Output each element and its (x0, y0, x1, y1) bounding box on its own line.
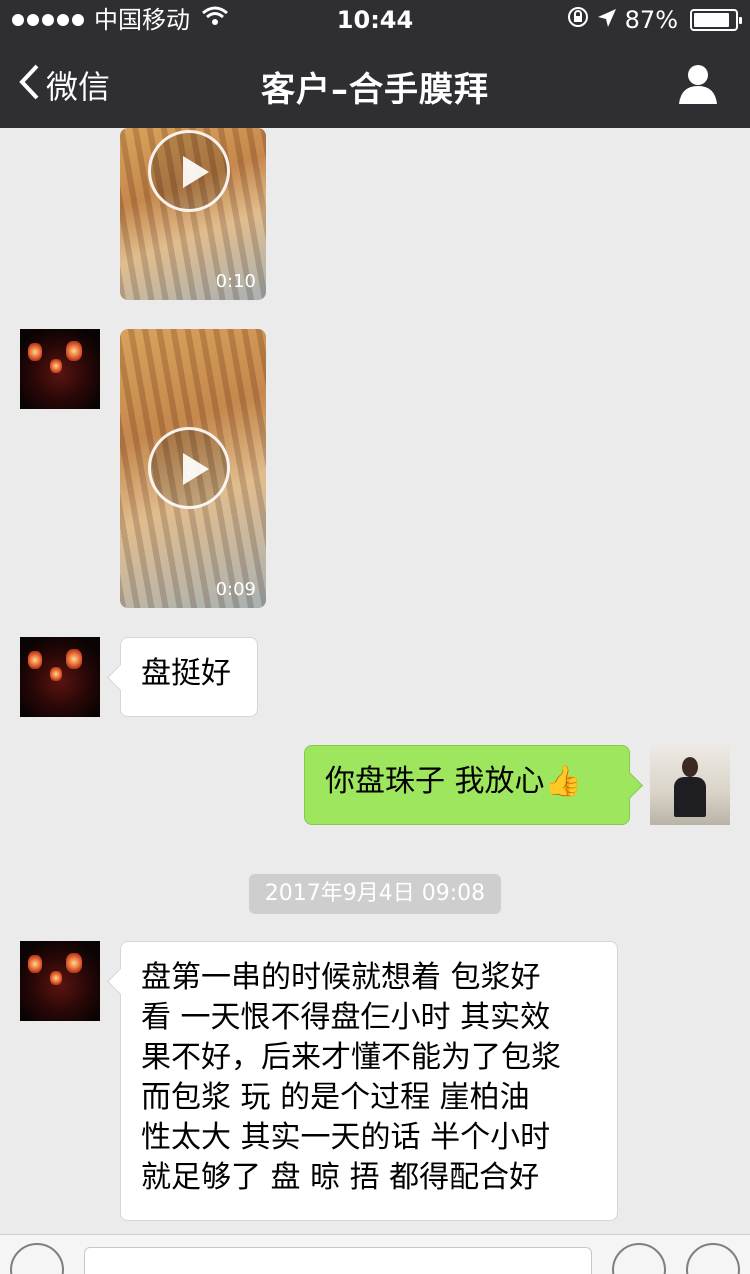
emoji-button[interactable] (612, 1243, 666, 1274)
message-line: 果不好，后来才懂不能为了包浆 (141, 1040, 561, 1075)
contact-avatar[interactable] (20, 941, 100, 1021)
message-line: 就足够了 盘 晾 捂 都得配合好 (141, 1160, 540, 1195)
person-icon (679, 65, 717, 104)
message-text: 盘挺好 (141, 656, 231, 691)
message-input[interactable] (84, 1247, 592, 1274)
more-button[interactable] (686, 1243, 740, 1274)
voice-input-button[interactable] (10, 1243, 64, 1274)
incoming-text-message[interactable]: 盘挺好 (120, 637, 258, 717)
incoming-text-message[interactable]: 盘第一串的时候就想着 包浆好 看 一天恨不得盘仨小时 其实效 果不好，后来才懂不… (120, 941, 618, 1221)
location-arrow-icon (597, 0, 617, 40)
outgoing-text-message[interactable]: 你盘珠子 我放心👍 (304, 745, 630, 825)
video-message[interactable]: 0:09 (120, 329, 266, 608)
status-bar: 中国移动 10:44 87% (0, 0, 750, 40)
top-bar: 中国移动 10:44 87% 微信 客户–合手膜拜 (0, 0, 750, 128)
battery-percent: 87% (624, 6, 678, 34)
input-bar (0, 1234, 750, 1274)
message-line: 性太大 其实一天的话 半个小时 (141, 1120, 551, 1155)
battery-icon (690, 9, 742, 31)
battery-fill (694, 13, 729, 27)
play-icon (148, 130, 230, 212)
message-text: 你盘珠子 我放心 (325, 764, 545, 799)
thumbs-up-icon: 👍 (544, 764, 582, 799)
video-message[interactable]: 0:10 (120, 128, 266, 300)
video-duration: 0:09 (215, 579, 256, 600)
message-timestamp: 2017年9月4日 09:08 (249, 874, 501, 914)
message-line: 而包浆 玩 的是个过程 崖柏油 (141, 1080, 530, 1115)
contact-avatar[interactable] (20, 329, 100, 409)
orientation-lock-icon (567, 0, 589, 40)
play-icon (148, 427, 230, 509)
chat-title: 客户–合手膜拜 (261, 70, 489, 110)
contact-avatar[interactable] (20, 637, 100, 717)
my-avatar[interactable] (650, 745, 730, 825)
chat-info-button[interactable] (676, 62, 720, 106)
message-line: 看 一天恨不得盘仨小时 其实效 (141, 1000, 551, 1035)
message-line: 盘第一串的时候就想着 包浆好 (141, 960, 541, 995)
nav-bar: 微信 客户–合手膜拜 (0, 40, 750, 128)
video-duration: 0:10 (215, 271, 256, 292)
